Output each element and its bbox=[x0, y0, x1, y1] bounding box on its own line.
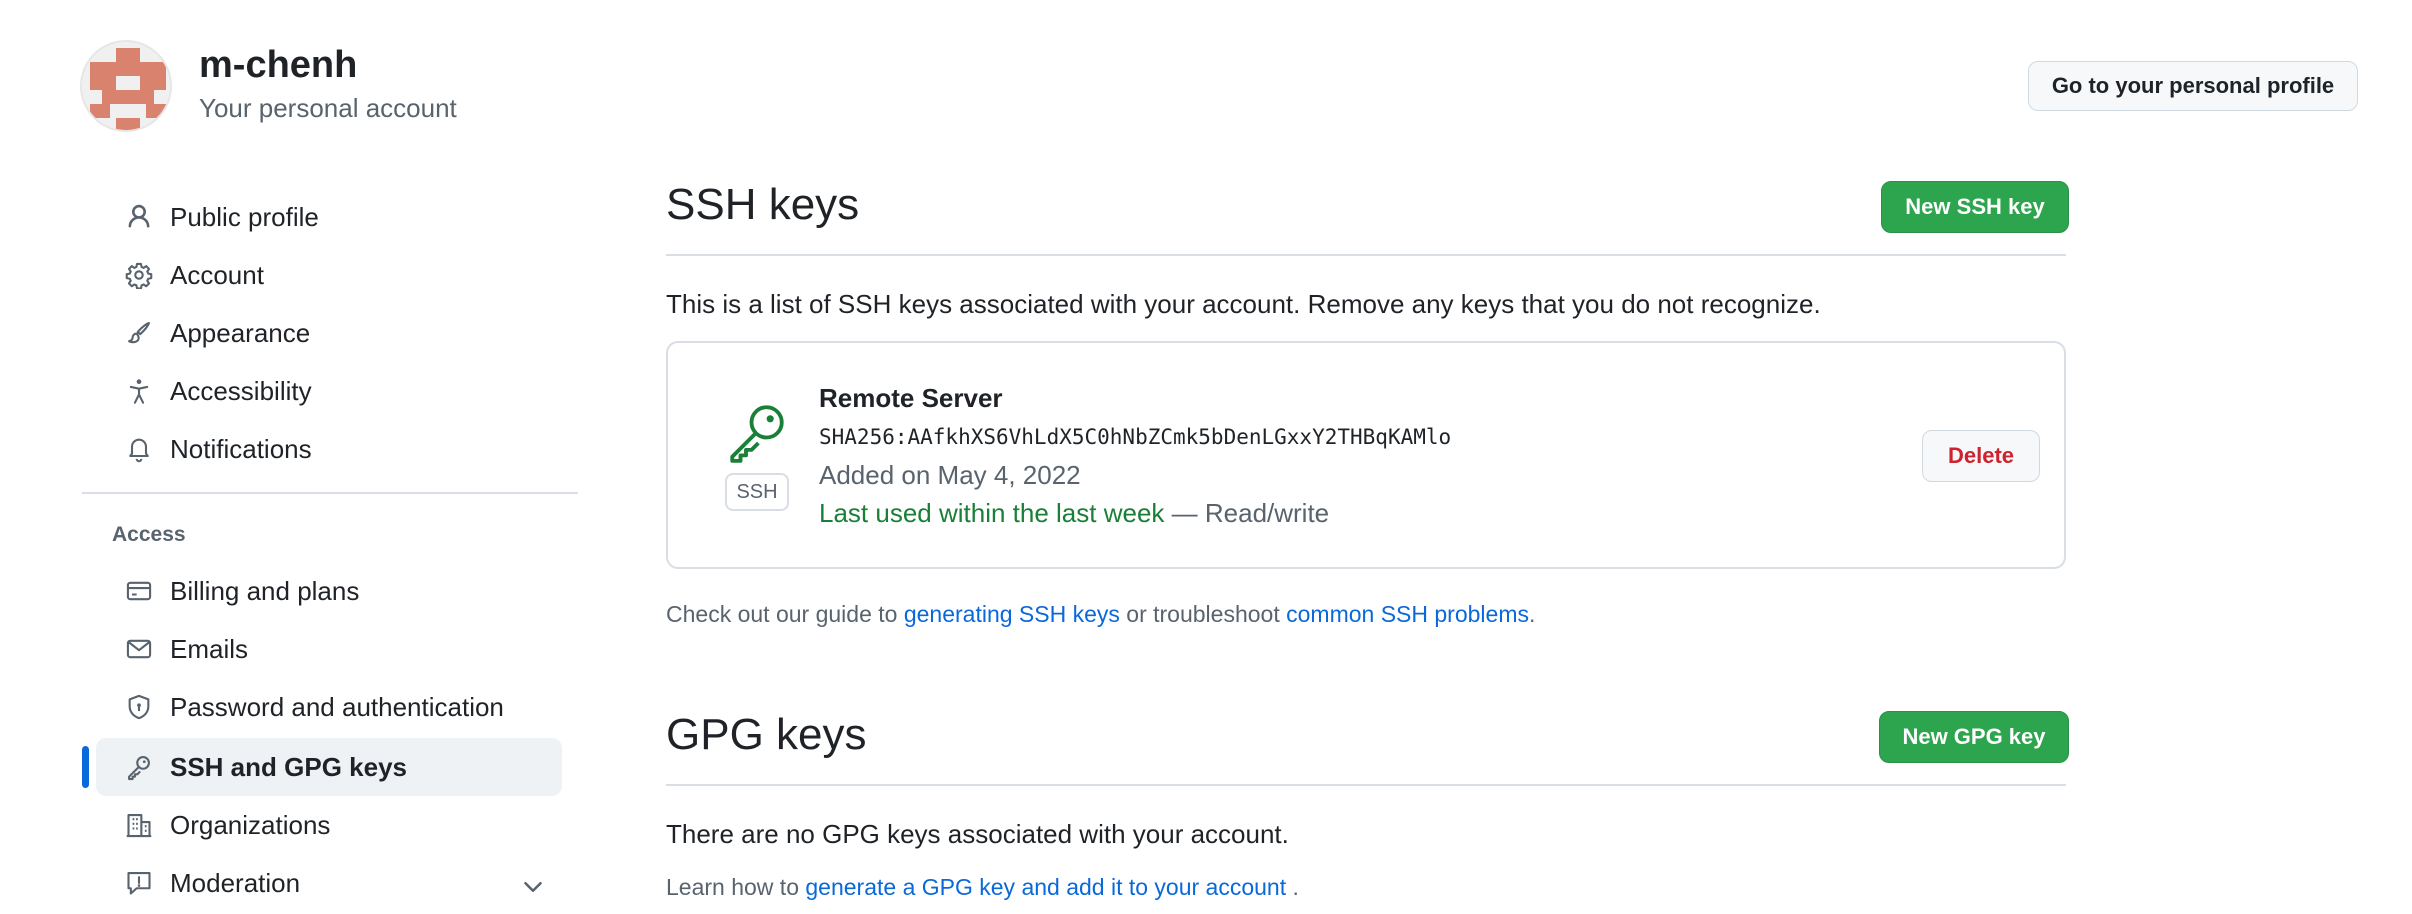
new-gpg-key-button[interactable]: New GPG key bbox=[1879, 711, 2069, 763]
ssh-key-last-used: Last used within the last week — Read/wr… bbox=[819, 498, 1329, 529]
help-text: . bbox=[1528, 601, 1536, 627]
report-icon bbox=[124, 868, 154, 898]
sidebar-item-label: SSH and GPG keys bbox=[170, 751, 407, 782]
section-divider bbox=[666, 784, 2066, 786]
new-ssh-key-button[interactable]: New SSH key bbox=[1881, 181, 2069, 233]
delete-ssh-key-button[interactable]: Delete bbox=[1922, 430, 2040, 482]
sidebar-item-public-profile[interactable]: Public profile bbox=[96, 188, 644, 246]
generating-ssh-keys-link[interactable]: generating SSH keys bbox=[904, 601, 1120, 627]
sidebar-item-label: Account bbox=[170, 259, 264, 290]
ssh-type-badge: SSH bbox=[725, 473, 789, 511]
sidebar-group-heading-access: Access bbox=[112, 523, 186, 546]
sidebar-item-ssh-gpg-keys[interactable]: SSH and GPG keys bbox=[96, 738, 562, 796]
sidebar-item-label: Organizations bbox=[170, 809, 331, 840]
sidebar-item-billing[interactable]: Billing and plans bbox=[96, 562, 644, 620]
credit-card-icon bbox=[124, 576, 154, 606]
sidebar-divider bbox=[82, 492, 578, 494]
person-icon bbox=[124, 202, 154, 232]
common-ssh-problems-link[interactable]: common SSH problems bbox=[1286, 601, 1529, 627]
sidebar-item-label: Password and authentication bbox=[170, 691, 504, 722]
organization-icon bbox=[124, 810, 154, 840]
section-divider bbox=[666, 254, 2066, 256]
ssh-key-fingerprint: SHA256:AAfkhXS6VhLdX5C0hNbZCmk5bDenLGxxY… bbox=[819, 425, 1452, 449]
ssh-key-added-date: Added on May 4, 2022 bbox=[819, 460, 1081, 490]
gpg-description: There are no GPG keys associated with yo… bbox=[666, 819, 1289, 849]
generate-gpg-key-link[interactable]: generate a GPG key and add it to your ac… bbox=[805, 874, 1286, 900]
help-text: Check out our guide to bbox=[666, 601, 904, 627]
avatar[interactable] bbox=[80, 40, 172, 132]
sidebar-item-label: Billing and plans bbox=[170, 575, 360, 606]
access-level-text: — Read/write bbox=[1164, 498, 1330, 528]
gpg-help-text: Learn how to generate a GPG key and add … bbox=[666, 874, 1299, 901]
gpg-keys-title: GPG keys bbox=[666, 710, 867, 759]
ssh-keys-title: SSH keys bbox=[666, 180, 860, 229]
accessibility-icon bbox=[124, 376, 154, 406]
paintbrush-icon bbox=[124, 318, 154, 348]
sidebar-item-label: Accessibility bbox=[170, 375, 312, 406]
sidebar-item-organizations[interactable]: Organizations bbox=[96, 796, 644, 854]
sidebar-item-accessibility[interactable]: Accessibility bbox=[96, 362, 644, 420]
ssh-key-name: Remote Server bbox=[819, 383, 1003, 413]
key-icon bbox=[124, 752, 154, 782]
last-used-text: Last used within the last week bbox=[819, 498, 1165, 528]
sidebar-item-emails[interactable]: Emails bbox=[96, 620, 644, 678]
ssh-description: This is a list of SSH keys associated wi… bbox=[666, 289, 1821, 319]
mail-icon bbox=[124, 634, 154, 664]
ssh-key-item: SSH Remote Server SHA256:AAfkhXS6VhLdX5C… bbox=[666, 341, 2066, 569]
sidebar-item-password-authentication[interactable]: Password and authentication bbox=[96, 678, 644, 736]
key-icon bbox=[724, 399, 790, 470]
sidebar-item-appearance[interactable]: Appearance bbox=[96, 304, 644, 362]
account-subtitle: Your personal account bbox=[199, 93, 457, 123]
account-username[interactable]: m-chenh bbox=[199, 44, 357, 87]
help-text: Learn how to bbox=[666, 874, 806, 900]
sidebar-item-moderation[interactable]: Moderation bbox=[96, 854, 644, 912]
gear-icon bbox=[124, 260, 154, 290]
chevron-down-icon[interactable] bbox=[518, 872, 548, 907]
shield-lock-icon bbox=[124, 692, 154, 722]
sidebar-item-label: Moderation bbox=[170, 867, 301, 898]
sidebar-item-notifications[interactable]: Notifications bbox=[96, 420, 644, 478]
active-indicator bbox=[82, 746, 89, 788]
sidebar-item-label: Notifications bbox=[170, 433, 312, 464]
sidebar-item-label: Public profile bbox=[170, 201, 319, 232]
bell-icon bbox=[124, 434, 154, 464]
sidebar-item-label: Emails bbox=[170, 633, 249, 664]
sidebar-item-label: Appearance bbox=[170, 317, 311, 348]
help-text: . bbox=[1286, 874, 1299, 900]
ssh-help-text: Check out our guide to generating SSH ke… bbox=[666, 601, 1535, 628]
sidebar-item-account[interactable]: Account bbox=[96, 246, 644, 304]
go-to-profile-button[interactable]: Go to your personal profile bbox=[2028, 61, 2358, 111]
help-text: or troubleshoot bbox=[1119, 601, 1287, 627]
